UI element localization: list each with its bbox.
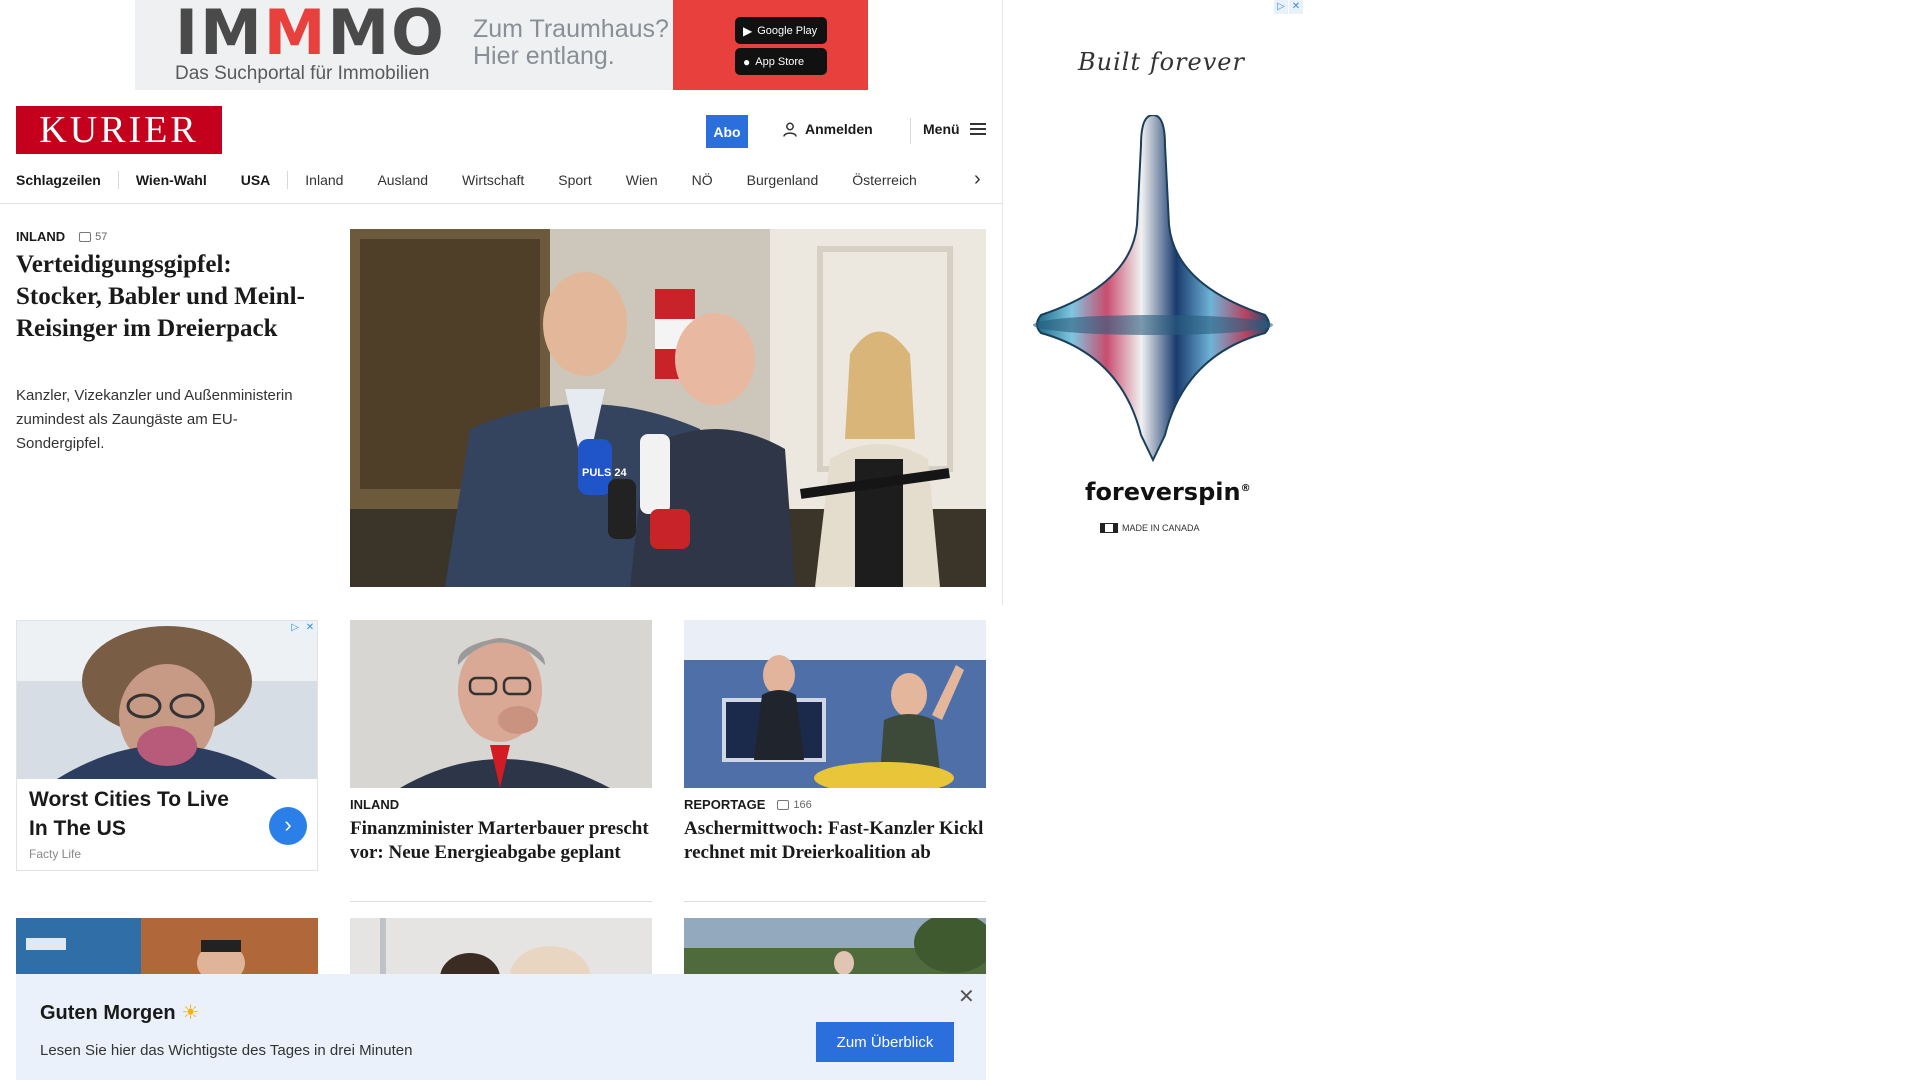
sponsored-image bbox=[17, 621, 317, 779]
menu-button[interactable]: Menü bbox=[923, 121, 986, 137]
card-headline[interactable]: Finanzminister Marterbauer prescht vor: … bbox=[350, 817, 652, 865]
login-label: Anmelden bbox=[805, 121, 873, 137]
card-kicker: REPORTAGE 166 bbox=[684, 797, 812, 812]
ad-slogan: Zum Traumhaus? Hier entlang. bbox=[473, 15, 669, 70]
header-divider bbox=[910, 118, 911, 144]
sun-icon: ☀ bbox=[181, 1002, 200, 1024]
nav-item-noe[interactable]: NÖ bbox=[692, 172, 713, 188]
card-comment-count[interactable]: 166 bbox=[777, 799, 812, 811]
adchoice-icon[interactable]: ▷ bbox=[1274, 0, 1288, 14]
user-icon bbox=[783, 122, 797, 137]
card-photo[interactable] bbox=[16, 918, 318, 974]
apple-icon: ● bbox=[743, 54, 751, 69]
nav-item-sport[interactable]: Sport bbox=[558, 172, 591, 188]
side-banner-ad[interactable]: ▷ ✕ Built forever foreverspin® MADE IN C… bbox=[1003, 0, 1303, 602]
morning-briefing-banner: Guten Morgen ☀ Lesen Sie hier das Wichtig… bbox=[16, 974, 986, 1080]
chevron-right-icon[interactable]: › bbox=[974, 168, 981, 190]
overview-button[interactable]: Zum Überblick bbox=[816, 1022, 954, 1062]
canada-flag-icon bbox=[1100, 523, 1118, 533]
login-button[interactable]: Anmelden bbox=[783, 121, 873, 137]
nav-item-oesterreich[interactable]: Österreich bbox=[852, 172, 917, 188]
play-icon: ▶ bbox=[743, 23, 753, 38]
nav-divider bbox=[0, 203, 1002, 204]
lead-headline[interactable]: Verteidigungsgipfel: Stocker, Babler und… bbox=[16, 249, 316, 345]
card-kicker[interactable]: INLAND bbox=[350, 797, 399, 812]
hamburger-icon bbox=[969, 123, 986, 135]
lead-comment-count[interactable]: 57 bbox=[79, 231, 107, 243]
close-icon[interactable]: ✕ bbox=[1289, 0, 1303, 14]
nav-item-inland[interactable]: Inland bbox=[305, 172, 343, 188]
card-photo[interactable] bbox=[684, 918, 986, 974]
app-store-button[interactable]: ● App Store bbox=[735, 48, 827, 75]
chevron-right-icon[interactable]: › bbox=[269, 807, 307, 845]
card-photo[interactable] bbox=[684, 620, 986, 788]
spinning-top-illustration bbox=[1033, 115, 1273, 463]
immmo-logo: IMMMO bbox=[175, 0, 446, 69]
lead-meta: INLAND 57 bbox=[16, 229, 107, 244]
made-in-label: MADE IN CANADA bbox=[1100, 523, 1200, 533]
card-photo[interactable] bbox=[350, 918, 652, 974]
ad-signature: Built forever bbox=[1078, 48, 1245, 76]
top-banner-ad[interactable]: IMMMO Das Suchportal für Immobilien Zum … bbox=[135, 0, 868, 90]
card-divider bbox=[350, 901, 652, 902]
kurier-logo[interactable]: KURIER bbox=[16, 106, 222, 154]
comment-icon bbox=[777, 799, 790, 810]
sponsored-source: Facty Life bbox=[29, 847, 82, 861]
adchoice[interactable]: ▷ ✕ bbox=[288, 621, 317, 635]
close-icon[interactable]: ✕ bbox=[958, 984, 975, 1009]
menu-label: Menü bbox=[923, 121, 960, 137]
card-headline[interactable]: Aschermittwoch: Fast-Kanzler Kickl rechn… bbox=[684, 817, 986, 865]
mic-label: PULS 24 bbox=[582, 467, 628, 479]
ad-store-panel: ▶ Google Play ● App Store bbox=[673, 0, 868, 90]
google-play-button[interactable]: ▶ Google Play bbox=[735, 17, 827, 44]
nav-item-ausland[interactable]: Ausland bbox=[377, 172, 428, 188]
section-nav: Schlagzeilen Wien-Wahl USA Inland Auslan… bbox=[16, 168, 996, 192]
nav-separator bbox=[117, 171, 119, 189]
nav-separator bbox=[287, 171, 289, 189]
abo-button[interactable]: Abo bbox=[706, 115, 748, 148]
morning-text: Lesen Sie hier das Wichtigste des Tages … bbox=[40, 1042, 413, 1059]
nav-item-wirtschaft[interactable]: Wirtschaft bbox=[462, 172, 524, 188]
nav-item-schlagzeilen[interactable]: Schlagzeilen bbox=[16, 172, 101, 188]
nav-item-burgenland[interactable]: Burgenland bbox=[747, 172, 819, 188]
lead-kicker[interactable]: INLAND bbox=[16, 229, 65, 244]
nav-item-wien-wahl[interactable]: Wien-Wahl bbox=[136, 172, 207, 188]
lead-teaser: Kanzler, Vizekanzler und Außenministerin… bbox=[16, 387, 293, 452]
nav-item-wien[interactable]: Wien bbox=[626, 172, 658, 188]
lead-photo[interactable]: PULS 24 bbox=[350, 229, 986, 587]
card-photo[interactable] bbox=[350, 620, 652, 788]
sponsored-title[interactable]: Worst Cities To Live In The US bbox=[29, 785, 249, 843]
comment-icon bbox=[79, 231, 92, 242]
adchoice[interactable]: ▷ ✕ bbox=[1274, 0, 1303, 14]
morning-heading: Guten Morgen ☀ bbox=[40, 1002, 200, 1024]
ad-brand: foreverspin® bbox=[1085, 478, 1251, 506]
sponsored-card[interactable]: ▷ ✕ Worst Cities To Live In The US Facty… bbox=[16, 620, 318, 871]
adchoice-icon[interactable]: ▷ bbox=[288, 621, 302, 635]
close-icon[interactable]: ✕ bbox=[303, 621, 317, 635]
card-divider bbox=[684, 901, 986, 902]
ad-subtitle: Das Suchportal für Immobilien bbox=[175, 63, 430, 84]
nav-item-usa[interactable]: USA bbox=[241, 172, 271, 188]
